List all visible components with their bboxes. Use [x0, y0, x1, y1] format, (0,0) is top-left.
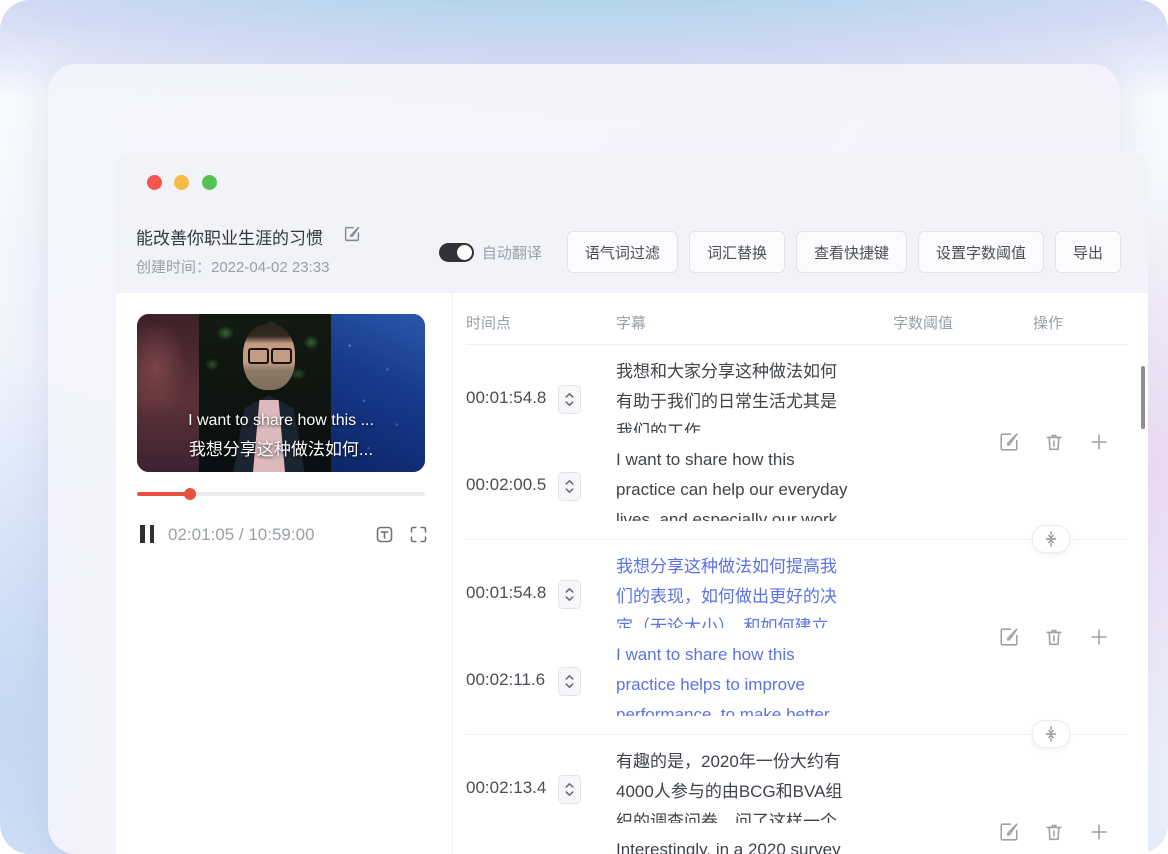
close-window-button[interactable] [147, 175, 162, 190]
created-time: 创建时间：2022-04-02 23:33 [136, 259, 330, 276]
subtitle-text-original[interactable]: 我想和大家分享这种做法如何 有助于我们的日常生活尤其是 我们的工作 [616, 357, 888, 433]
timestamp-value[interactable]: 00:01:54.8 [466, 583, 546, 603]
timestamp-value[interactable]: 00:02:11.6 [466, 670, 545, 690]
export-button[interactable]: 导出 [1054, 231, 1121, 273]
auto-translate-toggle[interactable] [438, 242, 474, 262]
subtitle-text-translation[interactable]: Interestingly, in a 2020 survey of some … [616, 835, 888, 854]
col-header-actions: 操作 [1033, 315, 1064, 332]
timestamp-stepper[interactable] [558, 667, 581, 696]
zoom-window-button[interactable] [202, 175, 217, 190]
timestamp-stepper[interactable] [558, 580, 581, 609]
word-replace-button[interactable]: 词汇替换 [688, 231, 785, 273]
subtitle-group: 00:02:13.4 有趣的是，2020年一份大约有 4000人参与的由BCG和… [116, 735, 1148, 854]
toggle-knob [456, 244, 472, 260]
subtitle-text-original[interactable]: 我想分享这种做法如何提高我 们的表现，如何做出更好的决 定（无论大小），和如何建… [616, 552, 888, 628]
delete-subtitle-icon[interactable] [1043, 431, 1065, 453]
edit-subtitle-icon[interactable] [998, 431, 1020, 453]
timestamp-stepper[interactable] [558, 472, 581, 501]
view-shortcuts-button[interactable]: 查看快捷键 [795, 231, 907, 273]
subtitle-text-translation[interactable]: I want to share how this practice helps … [616, 640, 888, 716]
timestamp-stepper[interactable] [558, 775, 581, 804]
timestamp-value[interactable]: 00:01:54.8 [466, 388, 546, 408]
add-subtitle-icon[interactable] [1088, 431, 1110, 453]
merge-subtitles-button[interactable] [1032, 720, 1070, 748]
col-header-subtitle: 字幕 [616, 315, 647, 332]
subtitle-text-translation[interactable]: I want to share how this practice can he… [616, 445, 888, 521]
subtitle-group-active: 00:01:54.8 我想分享这种做法如何提高我 们的表现，如何做出更好的决 定… [116, 540, 1148, 748]
delete-subtitle-icon[interactable] [1043, 821, 1065, 843]
col-header-time: 时间点 [466, 315, 512, 332]
timestamp-stepper[interactable] [558, 385, 581, 414]
toolbar: 自动翻译 语气词过滤 词汇替换 查看快捷键 设置字数阈值 导出 [438, 231, 1121, 273]
window-frame: 能改善你职业生涯的习惯 创建时间：2022-04-02 23:33 自动翻译 语… [48, 64, 1148, 854]
auto-translate-toggle-wrap: 自动翻译 [438, 242, 542, 263]
merge-subtitles-button[interactable] [1032, 525, 1070, 553]
set-char-limit-button[interactable]: 设置字数阈值 [917, 231, 1044, 273]
project-title: 能改善你职业生涯的习惯 [136, 229, 323, 248]
timestamp-value[interactable]: 00:02:00.5 [466, 475, 546, 495]
edit-subtitle-icon[interactable] [998, 626, 1020, 648]
edit-title-icon[interactable] [343, 225, 361, 243]
timestamp-value[interactable]: 00:02:13.4 [466, 778, 546, 798]
minimize-window-button[interactable] [174, 175, 189, 190]
col-header-char-limit: 字数阈值 [893, 315, 954, 332]
delete-subtitle-icon[interactable] [1043, 626, 1065, 648]
table-scrollbar[interactable] [1141, 366, 1145, 429]
add-subtitle-icon[interactable] [1088, 626, 1110, 648]
auto-translate-label: 自动翻译 [481, 244, 542, 262]
app-card: 能改善你职业生涯的习惯 创建时间：2022-04-02 23:33 自动翻译 语… [116, 152, 1148, 854]
subtitle-group: 00:01:54.8 我想和大家分享这种做法如何 有助于我们的日常生活尤其是 我… [116, 345, 1148, 553]
edit-subtitle-icon[interactable] [998, 821, 1020, 843]
filler-words-filter-button[interactable]: 语气词过滤 [566, 231, 678, 273]
app-window: 能改善你职业生涯的习惯 创建时间：2022-04-02 23:33 自动翻译 语… [0, 0, 1168, 854]
add-subtitle-icon[interactable] [1088, 821, 1110, 843]
subtitle-text-original[interactable]: 有趣的是，2020年一份大约有 4000人参与的由BCG和BVA组 织的调查问卷… [616, 747, 888, 823]
